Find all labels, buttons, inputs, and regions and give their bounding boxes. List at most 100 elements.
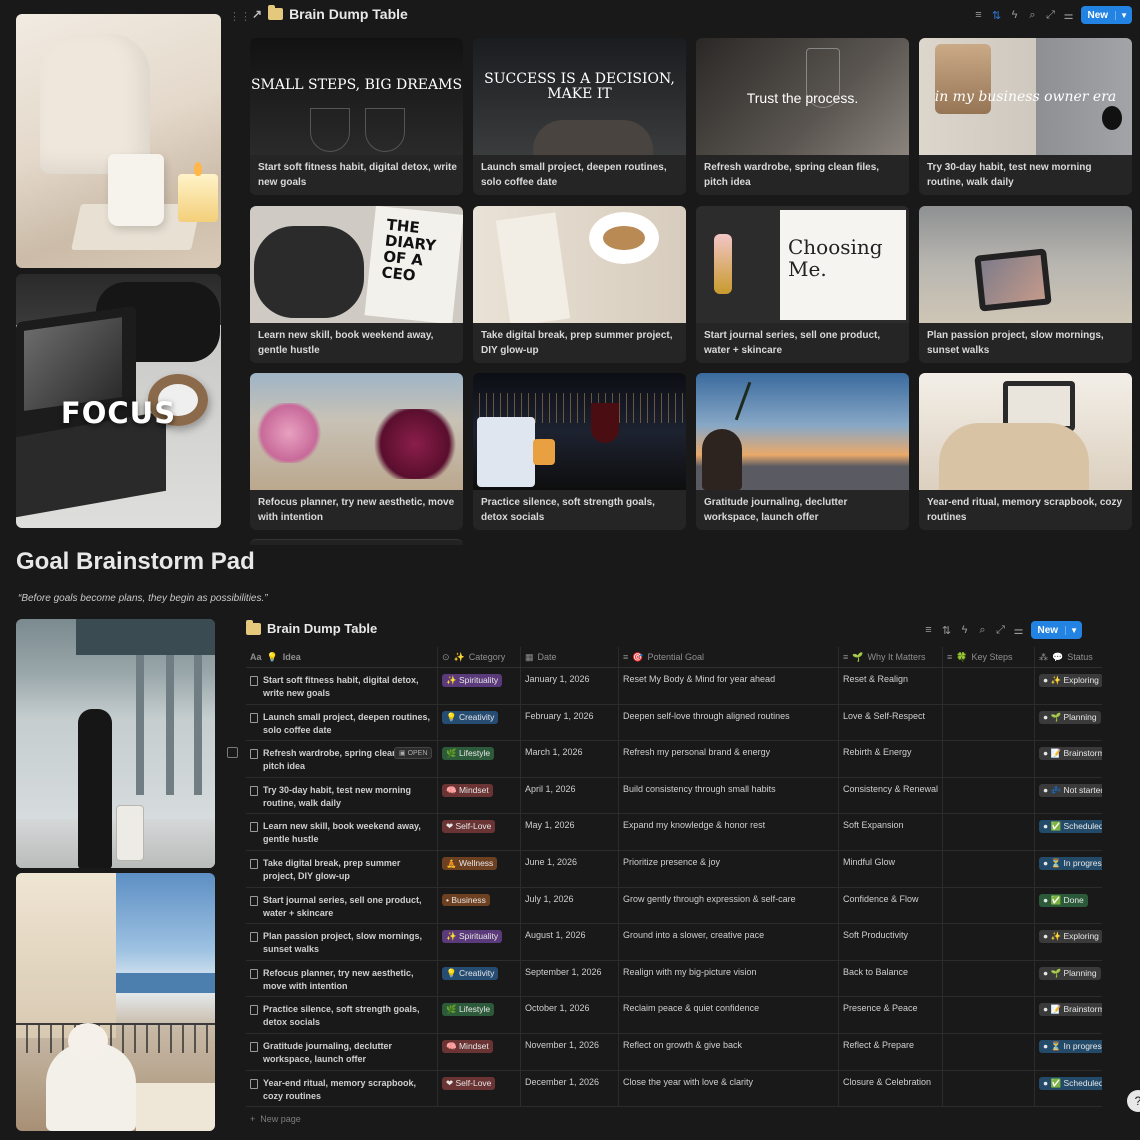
gallery-card[interactable]: Plan passion project, slow mornings, sun… (919, 206, 1132, 363)
goal-cell[interactable]: Ground into a slower, creative pace (619, 924, 839, 960)
why-cell[interactable]: Mindful Glow (839, 850, 943, 887)
steps-cell[interactable] (943, 741, 1035, 777)
date-cell[interactable]: February 1, 2026 (521, 704, 619, 741)
why-cell[interactable]: Presence & Peace (839, 997, 943, 1033)
why-cell[interactable]: Rebirth & Energy (839, 741, 943, 777)
why-cell[interactable]: Consistency & Renewal (839, 777, 943, 814)
table-row[interactable]: Try 30-day habit, test new morning routi… (246, 777, 1102, 815)
idea-cell[interactable]: Try 30-day habit, test new morning routi… (246, 777, 438, 814)
column-header-idea[interactable]: Aa 💡 Idea (246, 647, 438, 667)
filter-icon[interactable]: ≡ (973, 9, 985, 21)
date-cell[interactable]: June 1, 2026 (521, 850, 619, 887)
table-title[interactable]: Brain Dump Table (267, 621, 377, 636)
gallery-title[interactable]: Brain Dump Table (289, 6, 408, 22)
idea-cell[interactable]: Plan passion project, slow mornings, sun… (246, 924, 438, 960)
category-cell[interactable]: 💡 Creativity (438, 704, 521, 741)
new-button[interactable]: New ▼ (1030, 621, 1082, 639)
status-cell[interactable]: ● 💤 Not started (1035, 778, 1102, 814)
steps-cell[interactable] (943, 1070, 1035, 1107)
status-cell[interactable]: ● ✅ Done (1035, 888, 1102, 924)
search-icon[interactable]: ⌕ (977, 624, 989, 637)
idea-cell[interactable]: Refocus planner, try new aesthetic, move… (246, 960, 438, 997)
table-row[interactable]: Learn new skill, book weekend away, gent… (246, 814, 1102, 851)
open-button[interactable]: ▣ OPEN (394, 747, 433, 759)
help-button[interactable]: ? (1127, 1090, 1140, 1112)
column-header-status[interactable]: ⁂ 💬 Status (1035, 647, 1102, 667)
date-cell[interactable]: November 1, 2026 (521, 1033, 619, 1070)
automation-icon[interactable]: ϟ (959, 624, 971, 636)
idea-cell[interactable]: Start journal series, sell one product, … (246, 887, 438, 924)
goal-cell[interactable]: Close the year with love & clarity (619, 1070, 839, 1107)
idea-cell[interactable]: Launch small project, deepen routines, s… (246, 704, 438, 741)
settings-icon[interactable]: ⚌ (1013, 624, 1025, 637)
goal-cell[interactable]: Reclaim peace & quiet confidence (619, 997, 839, 1033)
linked-arrow-icon[interactable]: ↗ (252, 7, 262, 21)
table-row[interactable]: Take digital break, prep summer project,… (246, 850, 1102, 888)
date-cell[interactable]: May 1, 2026 (521, 814, 619, 850)
gallery-card[interactable]: Practice silence, soft strength goals, d… (473, 373, 686, 530)
why-cell[interactable]: Back to Balance (839, 960, 943, 997)
category-cell[interactable]: ❤ Self-Love (438, 1070, 521, 1107)
idea-cell[interactable]: Take digital break, prep summer project,… (246, 850, 438, 887)
date-cell[interactable]: January 1, 2026 (521, 668, 619, 704)
category-cell[interactable]: 🌿 Lifestyle (438, 997, 521, 1033)
gallery-card[interactable]: Refocus planner, try new aesthetic, move… (250, 373, 463, 530)
idea-cell[interactable]: Year-end ritual, memory scrapbook, cozy … (246, 1070, 438, 1107)
goal-cell[interactable]: Realign with my big-picture vision (619, 960, 839, 997)
steps-cell[interactable] (943, 777, 1035, 814)
date-cell[interactable]: July 1, 2026 (521, 887, 619, 924)
table-row[interactable]: Refresh wardrobe, spring clean files, pi… (246, 741, 1102, 778)
goal-cell[interactable]: Refresh my personal brand & energy (619, 741, 839, 777)
why-cell[interactable]: Soft Productivity (839, 924, 943, 960)
gallery-card[interactable]: Gratitude journaling, declutter workspac… (696, 373, 909, 530)
date-cell[interactable]: October 1, 2026 (521, 997, 619, 1033)
idea-cell[interactable]: Gratitude journaling, declutter workspac… (246, 1033, 438, 1070)
table-row[interactable]: Practice silence, soft strength goals, d… (246, 997, 1102, 1034)
idea-cell[interactable]: Practice silence, soft strength goals, d… (246, 997, 438, 1033)
category-cell[interactable]: ✨ Spirituality (438, 668, 521, 704)
gallery-card[interactable]: SUCCESS IS A DECISION, MAKE IT Launch sm… (473, 38, 686, 195)
date-cell[interactable]: August 1, 2026 (521, 924, 619, 960)
steps-cell[interactable] (943, 997, 1035, 1033)
status-cell[interactable]: ● 📝 Brainstorm (1035, 997, 1102, 1033)
expand-icon[interactable]: ⤢ (1045, 9, 1057, 22)
category-cell[interactable]: 🧠 Mindset (438, 1033, 521, 1070)
steps-cell[interactable] (943, 924, 1035, 960)
expand-icon[interactable]: ⤢ (995, 624, 1007, 637)
status-cell[interactable]: ● ⏳ In progress (1035, 1034, 1102, 1070)
date-cell[interactable]: March 1, 2026 (521, 741, 619, 777)
new-button[interactable]: New ▼ (1080, 6, 1132, 24)
gallery-card[interactable]: SMALL STEPS, BIG DREAMS Start soft fitne… (250, 38, 463, 195)
steps-cell[interactable] (943, 960, 1035, 997)
sort-icon[interactable]: ⇅ (991, 9, 1003, 22)
column-header-why[interactable]: ≡ 🌱 Why It Matters (839, 647, 943, 667)
why-cell[interactable]: Reflect & Prepare (839, 1033, 943, 1070)
goal-cell[interactable]: Grow gently through expression & self-ca… (619, 887, 839, 924)
search-icon[interactable]: ⌕ (1027, 9, 1039, 22)
category-cell[interactable]: 🌿 Lifestyle (438, 741, 521, 777)
sort-icon[interactable]: ⇅ (941, 624, 953, 637)
category-cell[interactable]: 🧘 Wellness (438, 850, 521, 887)
why-cell[interactable]: Closure & Celebration (839, 1070, 943, 1107)
table-row[interactable]: Launch small project, deepen routines, s… (246, 704, 1102, 742)
automation-icon[interactable]: ϟ (1009, 9, 1021, 21)
gallery-card[interactable]: Trust the process. Refresh wardrobe, spr… (696, 38, 909, 195)
idea-cell[interactable]: Learn new skill, book weekend away, gent… (246, 814, 438, 850)
why-cell[interactable]: Confidence & Flow (839, 887, 943, 924)
status-cell[interactable]: ● 🌱 Planning (1035, 705, 1102, 741)
goal-cell[interactable]: Expand my knowledge & honor rest (619, 814, 839, 850)
status-cell[interactable]: ● ✅ Scheduled (1035, 814, 1102, 850)
gallery-card[interactable]: THE DIARY OF A CEO Learn new skill, book… (250, 206, 463, 363)
new-page-button[interactable]: + New page (250, 1114, 301, 1124)
date-cell[interactable]: December 1, 2026 (521, 1070, 619, 1107)
steps-cell[interactable] (943, 850, 1035, 887)
column-header-category[interactable]: ⊙ ✨ Category (438, 647, 521, 667)
gallery-card[interactable]: Take digital break, prep summer project,… (473, 206, 686, 363)
column-header-steps[interactable]: ≡ 🍀 Key Steps (943, 647, 1035, 667)
category-cell[interactable]: ❤ Self-Love (438, 814, 521, 850)
steps-cell[interactable] (943, 704, 1035, 741)
settings-icon[interactable]: ⚌ (1063, 9, 1075, 22)
table-row[interactable]: Start journal series, sell one product, … (246, 887, 1102, 925)
gallery-card[interactable]: Year-end ritual, memory scrapbook, cozy … (919, 373, 1132, 530)
why-cell[interactable]: Reset & Realign (839, 668, 943, 704)
